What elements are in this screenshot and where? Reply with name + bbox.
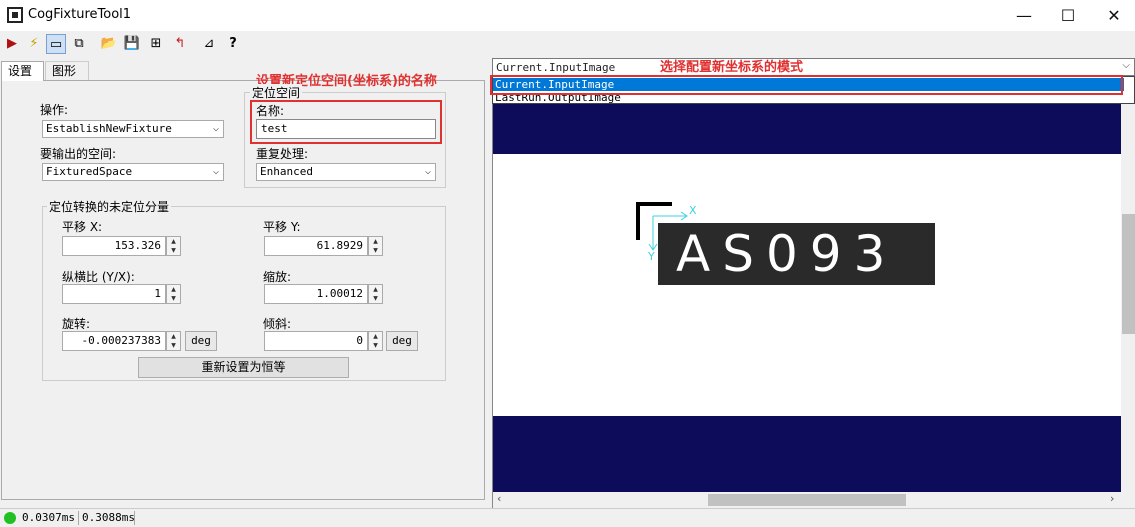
rotation-spinner[interactable]: ▲ ▼ (166, 331, 181, 351)
output-space-select[interactable]: FixturedSpace ⌵ (42, 163, 224, 181)
skew-spinner[interactable]: ▲ ▼ (368, 331, 383, 351)
maximize-button[interactable]: ☐ (1045, 0, 1091, 31)
rotation-input[interactable]: -0.000237383 (62, 331, 166, 351)
axis-x-label: X (689, 204, 697, 217)
name-label: 名称: (256, 104, 285, 118)
scale-label: 缩放: (263, 270, 292, 284)
reset-icon[interactable]: ↰ (170, 34, 190, 54)
translate-x-spinner[interactable]: ▲ ▼ (166, 236, 181, 256)
skew-input[interactable]: 0 (264, 331, 368, 351)
display-icon[interactable]: ▭ (46, 34, 66, 54)
operation-value: EstablishNewFixture (46, 122, 172, 135)
rotation-unit-button[interactable]: deg (185, 331, 217, 351)
close-button[interactable]: ✕ (1091, 0, 1135, 31)
chevron-down-icon: ⌵ (212, 123, 219, 134)
repeat-select[interactable]: Enhanced ⌵ (256, 163, 436, 181)
aspect-spinner[interactable]: ▲ ▼ (166, 284, 181, 304)
rotation-label: 旋转: (62, 317, 91, 331)
image-display[interactable]: ‹ › X Y AS093 (492, 58, 1135, 508)
vertical-scrollbar[interactable] (1121, 76, 1135, 492)
image-band-bottom (493, 416, 1121, 492)
scale-input[interactable]: 1.00012 (264, 284, 368, 304)
fixture-group-title: 定位空间 (250, 84, 303, 101)
status-indicator-icon (4, 512, 16, 524)
skew-label: 倾斜: (263, 317, 292, 331)
status-bar: 0.0307ms 0.3088ms (0, 508, 1135, 527)
output-space-value: FixturedSpace (46, 165, 133, 178)
image-source-select[interactable]: Current.InputImage ⌵ (492, 58, 1135, 76)
image-band-top (493, 104, 1121, 154)
tab-settings[interactable]: 设置 (1, 61, 44, 81)
electric-icon[interactable]: ⚡ (24, 34, 44, 54)
status-time-last: 0.0307ms (22, 511, 75, 524)
horizontal-scroll-thumb[interactable] (708, 494, 906, 506)
operation-label: 操作: (40, 103, 69, 117)
window-title: CogFixtureTool1 (28, 7, 132, 22)
app-icon (7, 7, 23, 23)
operation-select[interactable]: EstablishNewFixture ⌵ (42, 120, 224, 138)
output-space-label: 要输出的空间: (40, 147, 117, 161)
help-icon[interactable]: ? (223, 34, 243, 54)
repeat-value: Enhanced (260, 165, 313, 178)
scroll-left-icon[interactable]: ‹ (497, 492, 501, 505)
annotation-mode: 选择配置新坐标系的模式 (660, 60, 804, 75)
translate-y-label: 平移 Y: (263, 220, 301, 234)
aspect-label: 纵横比 (Y/X): (62, 270, 135, 284)
part-label-text: AS093 (658, 223, 935, 285)
skew-unit-button[interactable]: deg (386, 331, 418, 351)
translate-x-input[interactable]: 153.326 (62, 236, 166, 256)
translate-y-spinner[interactable]: ▲ ▼ (368, 236, 383, 256)
calib-icon[interactable]: ⊿ (199, 34, 219, 54)
axis-y-label: Y (648, 250, 655, 263)
vertical-scroll-thumb[interactable] (1122, 214, 1135, 334)
tab-graphics[interactable]: 图形 (45, 61, 89, 81)
copy-icon[interactable]: ⧉ (69, 34, 89, 54)
transform-group-title: 定位转换的未定位分量 (47, 198, 172, 215)
save-icon[interactable]: 💾 (122, 34, 142, 54)
reset-identity-button[interactable]: 重新设置为恒等 (138, 357, 349, 378)
translate-x-label: 平移 X: (62, 220, 103, 234)
status-divider (134, 511, 135, 525)
aspect-input[interactable]: 1 (62, 284, 166, 304)
title-bar: CogFixtureTool1 — ☐ ✕ (0, 0, 1135, 31)
repeat-label: 重复处理: (256, 147, 309, 161)
scroll-right-icon[interactable]: › (1110, 492, 1114, 505)
run-icon[interactable]: ▶ (2, 34, 22, 54)
chevron-down-icon: ⌵ (1122, 60, 1130, 71)
tool-icon[interactable]: ⊞ (146, 34, 166, 54)
chevron-down-icon: ⌵ (212, 166, 219, 177)
translate-y-input[interactable]: 61.8929 (264, 236, 368, 256)
chevron-down-icon: ⌵ (424, 166, 431, 177)
open-icon[interactable]: 📂 (99, 34, 119, 54)
status-time-total: 0.3088ms (82, 511, 135, 524)
mode-highlight-box (490, 75, 1123, 95)
status-divider (78, 511, 79, 525)
horizontal-scrollbar[interactable]: ‹ › (493, 492, 1135, 508)
minimize-button[interactable]: — (1001, 0, 1047, 31)
scale-spinner[interactable]: ▲ ▼ (368, 284, 383, 304)
name-input[interactable]: test (256, 119, 436, 139)
image-source-value: Current.InputImage (496, 61, 616, 74)
